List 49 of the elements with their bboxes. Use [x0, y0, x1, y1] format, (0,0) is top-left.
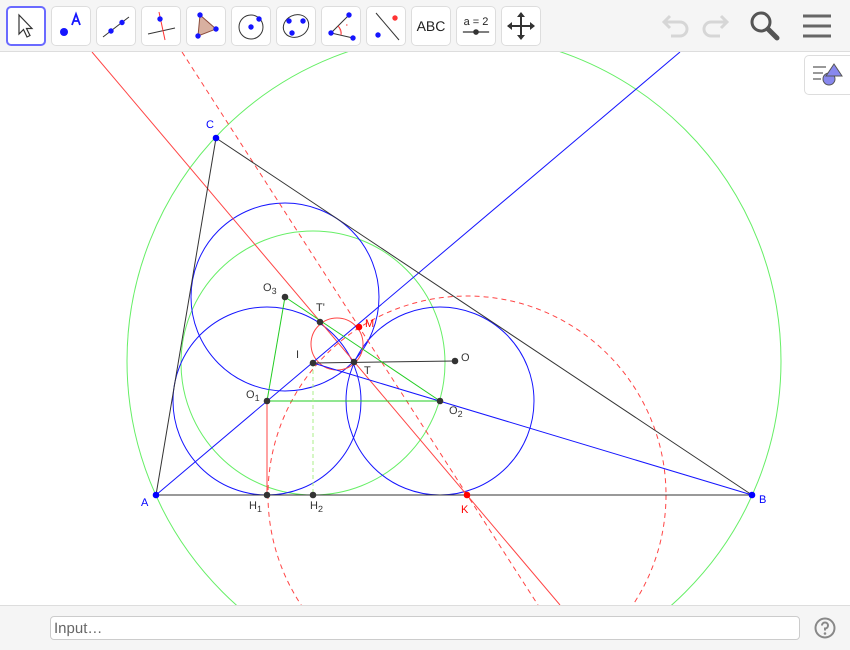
point-label: C: [206, 119, 214, 132]
help-icon[interactable]: [814, 617, 836, 639]
point-label: H$_{2}$: [310, 500, 323, 513]
polygon-tool[interactable]: [186, 6, 226, 46]
point-label: O$_{1}$: [246, 389, 260, 402]
line-tool[interactable]: [96, 6, 136, 46]
conic-tool[interactable]: [276, 6, 316, 46]
point[interactable]: [436, 398, 444, 404]
move-tool[interactable]: [6, 6, 46, 46]
text-tool[interactable]: ABC: [411, 6, 451, 46]
input-field[interactable]: Input…: [50, 616, 800, 640]
search-icon[interactable]: [749, 10, 781, 42]
circle-tool[interactable]: [231, 6, 271, 46]
point-label: K: [461, 504, 468, 517]
four-way-arrow-icon: [505, 10, 537, 42]
slider-icon: [461, 28, 491, 36]
point[interactable]: [748, 492, 756, 498]
point-label: O: [461, 352, 470, 365]
point-label: A: [141, 497, 148, 510]
point[interactable]: [310, 360, 316, 366]
point-label: B: [759, 494, 766, 507]
small-circle: [310, 318, 364, 370]
point[interactable]: [464, 492, 470, 498]
point-label: O$_{2}$: [449, 405, 463, 418]
point[interactable]: [350, 358, 358, 366]
menu-icon[interactable]: [802, 12, 832, 38]
point[interactable]: [264, 398, 270, 404]
move-view-tool[interactable]: [501, 6, 541, 46]
point[interactable]: [452, 358, 458, 364]
perpendicular-tool[interactable]: [141, 6, 181, 46]
point-label: T: [364, 365, 371, 378]
point[interactable]: [316, 318, 324, 326]
point[interactable]: [310, 492, 316, 498]
angle-tool[interactable]: [321, 6, 361, 46]
point-label: T': [316, 302, 325, 315]
point-tool[interactable]: [51, 6, 91, 46]
slider-tool[interactable]: a = 2: [456, 6, 496, 46]
point[interactable]: [212, 134, 220, 142]
point[interactable]: [356, 324, 362, 330]
reflect-tool[interactable]: [366, 6, 406, 46]
point-label: I: [296, 349, 300, 362]
point[interactable]: [152, 492, 160, 498]
point[interactable]: [282, 294, 288, 300]
point-label: M: [365, 318, 374, 331]
point-label: O$_{3}$: [263, 282, 277, 295]
point-label: H$_{1}$: [249, 500, 262, 513]
style-bar-toggle[interactable]: [804, 55, 850, 95]
perpendicular-line-icon: [145, 10, 177, 42]
point[interactable]: [264, 492, 270, 498]
